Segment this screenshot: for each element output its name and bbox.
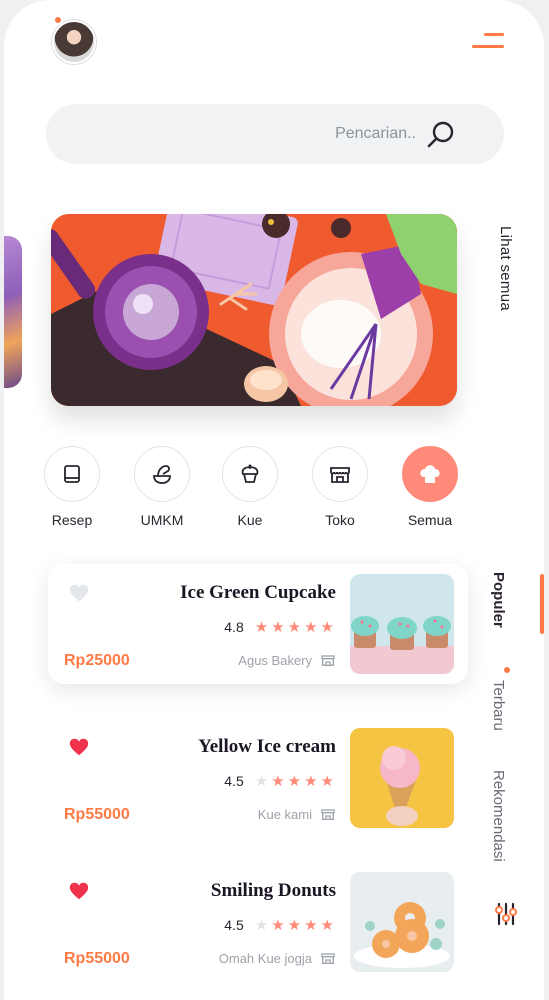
product-name: Yellow Ice cream [198,736,336,757]
star-icon: ★ [254,618,269,636]
category-label: Kue [237,512,263,528]
star-icon: ★ [287,916,302,934]
menu-button[interactable] [470,30,504,56]
product-name: Ice Green Cupcake [180,582,336,603]
search-bar[interactable] [46,104,504,164]
product-image [350,872,454,972]
product-rating: 4.8 ★ ★ ★ ★ ★ [224,619,334,635]
shop-info[interactable]: Agus Bakery [238,652,336,668]
shop-name: Kue kami [257,806,312,822]
heart-icon[interactable] [68,582,90,604]
search-input[interactable] [66,114,416,154]
featured-banner[interactable] [51,214,457,406]
star-icon: ★ [287,618,302,636]
star-icon: ★ [304,618,318,636]
category-semua[interactable]: Semua [402,446,458,528]
product-image [350,728,454,828]
mixer-icon [153,465,171,484]
category-label: Resep [51,512,93,528]
search-icon[interactable] [426,120,456,150]
heart-icon[interactable] [68,880,90,902]
star-icon: ★ [304,916,318,934]
star-icon: ★ [254,772,269,790]
previous-banner-peek[interactable] [4,236,22,388]
shop-info[interactable]: Omah Kue jogja [219,950,336,966]
shop-name: Omah Kue jogja [218,950,312,966]
star-icon: ★ [320,618,334,636]
star-icon: ★ [320,772,334,790]
rating-value: 4.8 [224,619,244,635]
see-all-link[interactable]: Lihat semua [490,226,514,336]
category-umkm[interactable]: UMKM [134,446,190,528]
rating-value: 4.5 [224,917,244,933]
product-rating: 4.5 ★ ★ ★ ★ ★ [224,773,334,789]
store-icon [321,953,335,964]
tab-terbaru[interactable]: Terbaru [490,680,507,731]
star-icon: ★ [287,772,302,790]
tab-rekomendasi[interactable]: Rekomendasi [490,770,507,862]
product-price: Rp25000 [64,652,130,669]
product-card[interactable]: Smiling Donuts 4.5 ★ ★ ★ ★ ★ Omah Kue jogja … [48,862,468,982]
recipe-book-icon [64,465,80,483]
rating-value: 4.5 [224,773,244,789]
star-icon: ★ [304,772,318,790]
notification-dot [53,15,63,25]
avatar[interactable] [52,20,96,64]
star-icon: ★ [271,772,285,790]
product-name: Smiling Donuts [210,880,336,901]
star-icon: ★ [254,916,269,934]
category-label: UMKM [140,512,184,528]
baking-illustration [51,214,457,406]
store-icon [321,655,335,666]
app-screen: Lihat semua Semua Toko Kue [4,0,544,1000]
heart-icon[interactable] [68,736,90,758]
active-tab-indicator [540,574,544,634]
shop-info[interactable]: Kue kami [258,806,336,822]
category-label: Semua [407,512,453,528]
cupcake-icon [241,464,259,483]
category-label: Toko [325,512,355,528]
chef-hat-icon [420,465,440,483]
category-resep[interactable]: Resep [44,446,100,528]
product-card[interactable]: Yellow Ice cream 4.5 ★ ★ ★ ★ ★ Kue kami Rp55… [48,718,468,838]
category-toko[interactable]: Toko [312,446,368,528]
product-image [350,574,454,674]
filter-icon[interactable] [492,900,520,928]
tab-populer[interactable]: Populer [490,572,507,628]
star-icon: ★ [271,916,285,934]
shop-name: Agus Bakery [238,652,312,668]
product-price: Rp55000 [64,950,130,967]
product-rating: 4.5 ★ ★ ★ ★ ★ [224,917,334,933]
product-price: Rp55000 [64,806,130,823]
new-items-dot [504,667,510,673]
store-icon [330,467,350,483]
product-card[interactable]: Ice Green Cupcake 4.8 ★ ★ ★ ★ ★ Agus Bakery … [48,564,468,684]
category-kue[interactable]: Kue [222,446,278,528]
star-icon: ★ [320,916,334,934]
star-icon: ★ [271,618,285,636]
menu-icon [484,33,504,36]
store-icon [321,809,335,820]
